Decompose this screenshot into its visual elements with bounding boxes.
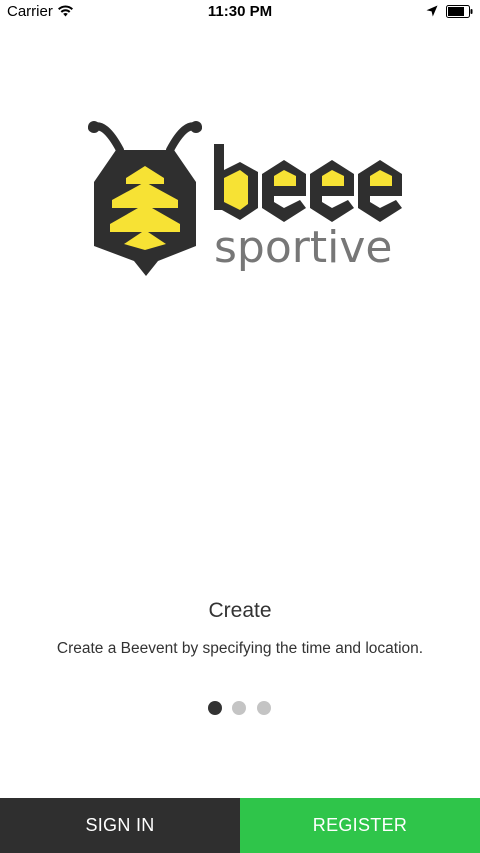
page-dot-3[interactable]	[257, 701, 271, 715]
logo-wordmark-sportive: sportive	[214, 222, 392, 273]
register-button[interactable]: REGISTER	[240, 798, 480, 853]
status-time: 11:30 PM	[207, 3, 273, 20]
sign-in-label: SIGN IN	[85, 815, 155, 835]
page-dot-2[interactable]	[232, 701, 246, 715]
beesportive-logo: sportive	[88, 121, 402, 276]
status-bar: Carrier 11:30 PM	[0, 0, 480, 24]
location-arrow-icon	[426, 5, 438, 17]
page-dot-1[interactable]	[208, 701, 222, 715]
onboarding-description: Create a Beevent by specifying the time …	[56, 640, 424, 657]
register-label: REGISTER	[312, 815, 408, 835]
sign-in-button[interactable]: SIGN IN	[0, 798, 240, 853]
battery-icon	[446, 5, 473, 18]
onboarding-title: Create	[208, 599, 272, 622]
